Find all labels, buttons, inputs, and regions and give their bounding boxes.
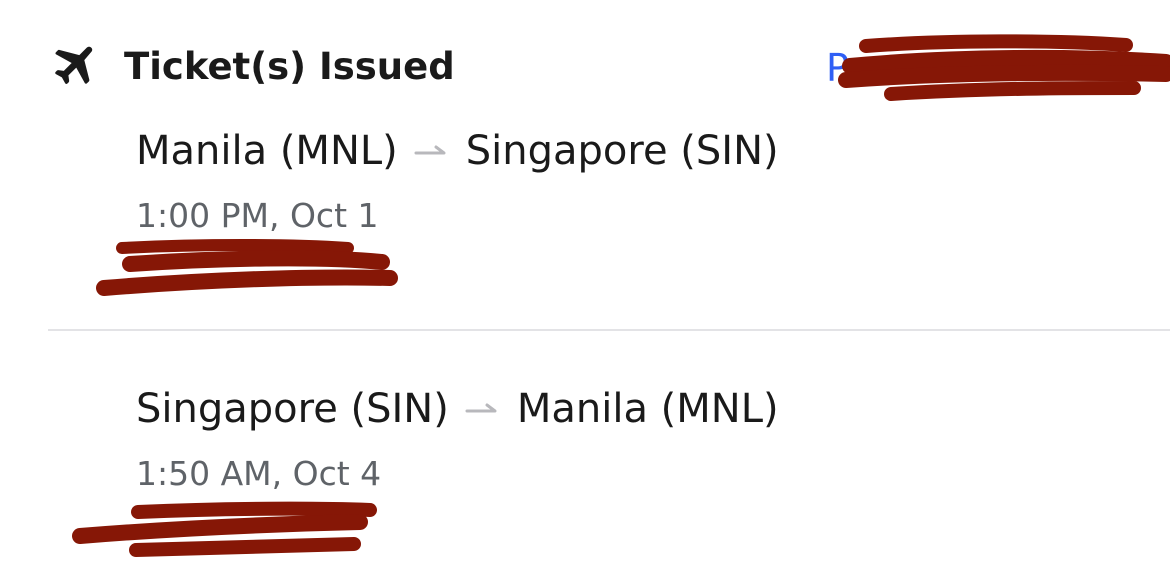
origin-label: Manila (MNL) (136, 128, 398, 174)
airplane-icon (55, 46, 93, 85)
destination-label: Singapore (SIN) (465, 128, 779, 174)
ticket-header: Ticket(s) Issued P (0, 0, 1170, 130)
divider (48, 329, 1170, 331)
flight-time: 1:50 AM, Oct 4 (136, 454, 382, 493)
page-title: Ticket(s) Issued (124, 45, 455, 88)
arrow-right-icon (465, 403, 497, 413)
destination-label: Manila (MNL) (516, 386, 779, 432)
flight-route: Manila (MNL) Singapore (SIN) (136, 124, 779, 178)
arrow-right-icon (414, 145, 446, 155)
header-link-redaction (838, 34, 1170, 101)
flight-details-redaction (96, 239, 398, 296)
flight-details-redaction (72, 501, 377, 557)
flight-time: 1:00 PM, Oct 1 (136, 196, 379, 235)
flight-route: Singapore (SIN) Manila (MNL) (136, 382, 779, 436)
origin-label: Singapore (SIN) (136, 386, 449, 432)
